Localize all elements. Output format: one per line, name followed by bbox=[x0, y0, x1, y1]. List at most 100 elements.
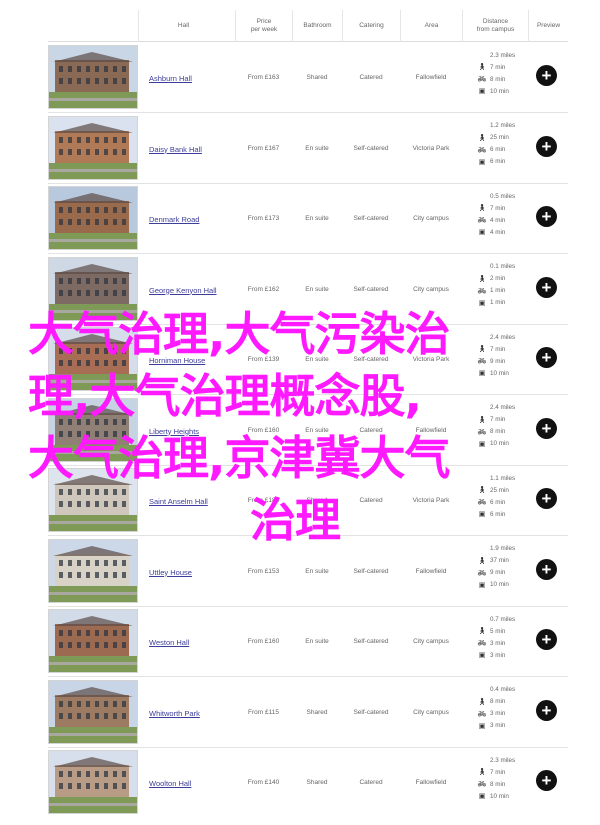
walk-icon: 🚶︎ bbox=[477, 698, 487, 706]
area-cell: City campus bbox=[413, 708, 449, 716]
hall-link[interactable]: George Kenyon Hall bbox=[149, 286, 217, 295]
walk-icon: 🚶︎ bbox=[477, 134, 487, 142]
building-image bbox=[49, 46, 137, 108]
bus-value: 3 min bbox=[490, 651, 506, 659]
hall-photo[interactable] bbox=[48, 256, 138, 321]
catering-cell: Self-catered bbox=[353, 708, 389, 716]
bus-icon: ▣ bbox=[478, 440, 486, 448]
price-cell: From £167 bbox=[247, 144, 280, 152]
walk-time: 🚶︎ 8 min bbox=[477, 696, 537, 708]
row-divider bbox=[48, 535, 568, 536]
bathroom-cell: Shared bbox=[306, 74, 328, 81]
bathroom-cell: En suite bbox=[305, 567, 329, 575]
walk-icon: 🚶︎ bbox=[477, 487, 487, 494]
bus-icon: ▣ bbox=[478, 158, 486, 166]
bike-icon: 🚲︎ bbox=[477, 287, 487, 295]
area-cell: Victoria Park bbox=[412, 144, 450, 152]
catering-cell: Catered bbox=[359, 426, 383, 434]
preview-button[interactable]: + bbox=[536, 135, 557, 157]
plus-icon: + bbox=[541, 700, 552, 720]
hall-link[interactable]: Weston Hall bbox=[149, 638, 189, 647]
hall-link[interactable]: Liberty Heights bbox=[149, 427, 199, 436]
walk-icon: 🚶︎ bbox=[477, 628, 487, 635]
building-image bbox=[49, 469, 137, 531]
table-row: Ashburn Hall From £163 Shared Catered Fa… bbox=[48, 45, 568, 109]
bike-time: 🚲︎ 6 min bbox=[477, 496, 537, 508]
preview-button[interactable]: + bbox=[536, 417, 557, 439]
row-divider bbox=[48, 676, 568, 677]
hall-link[interactable]: Whitworth Park bbox=[149, 709, 200, 718]
hall-link[interactable]: Ashburn Hall bbox=[149, 74, 192, 83]
bike-icon: 🚲︎ bbox=[477, 146, 487, 154]
bus-time: ▣ 10 min bbox=[477, 85, 537, 97]
hall-link[interactable]: Saint Anselm Hall bbox=[149, 497, 208, 506]
distance-miles: 1.1 miles bbox=[490, 474, 516, 482]
bus-value: 10 min bbox=[490, 369, 509, 377]
hall-link[interactable]: Woolton Hall bbox=[149, 779, 191, 788]
hall-link[interactable]: Denmark Road bbox=[149, 215, 199, 224]
hall-photo[interactable] bbox=[48, 750, 138, 814]
preview-button[interactable]: + bbox=[536, 276, 557, 298]
walk-value: 7 min bbox=[490, 416, 506, 423]
bike-icon: 🚲︎ bbox=[477, 569, 487, 577]
bike-value: 4 min bbox=[490, 216, 506, 224]
distance-cell: 2.4 miles 🚶︎ 7 min 🚲︎ 8 min ▣ 10 min bbox=[477, 402, 537, 450]
hall-photo[interactable] bbox=[48, 327, 138, 391]
bathroom-cell: Shared bbox=[306, 779, 328, 786]
catering-cell: Self-catered bbox=[353, 144, 389, 152]
hall-link[interactable]: Horniman House bbox=[149, 356, 205, 365]
row-divider bbox=[48, 394, 568, 395]
distance-cell: 2.4 miles 🚶︎ 7 min 🚲︎ 9 min ▣ 10 min bbox=[477, 331, 537, 379]
bus-icon: ▣ bbox=[478, 88, 486, 95]
bike-icon: 🚲︎ bbox=[477, 428, 487, 436]
preview-button[interactable]: + bbox=[536, 65, 557, 86]
walk-time: 🚶︎ 25 min bbox=[477, 132, 537, 144]
bus-value: 4 min bbox=[490, 228, 506, 236]
row-divider bbox=[48, 464, 568, 466]
bathroom-cell: Shared bbox=[306, 497, 328, 504]
building-image bbox=[49, 328, 137, 390]
distance-miles: 1.9 miles bbox=[490, 545, 516, 552]
preview-button[interactable]: + bbox=[536, 206, 557, 227]
bus-icon: ▣ bbox=[478, 581, 486, 589]
area-cell: Fallowfield bbox=[415, 74, 447, 81]
preview-button[interactable]: + bbox=[536, 699, 557, 721]
preview-button[interactable]: + bbox=[536, 629, 557, 650]
hall-photo[interactable] bbox=[48, 538, 138, 603]
hall-photo[interactable] bbox=[48, 186, 138, 250]
hall-photo[interactable] bbox=[48, 397, 138, 462]
table-row: Liberty Heights From £160 En suite Cater… bbox=[48, 397, 568, 462]
distance-miles: 2.4 miles bbox=[490, 404, 516, 411]
preview-button[interactable]: + bbox=[536, 558, 557, 580]
header-photo bbox=[48, 10, 138, 42]
bike-time: 🚲︎ 4 min bbox=[477, 214, 537, 226]
catering-cell: Self-catered bbox=[353, 356, 389, 363]
preview-button[interactable]: + bbox=[536, 770, 557, 791]
hall-link[interactable]: Uttley House bbox=[149, 568, 192, 577]
bus-time: ▣ 10 min bbox=[477, 438, 537, 450]
hall-photo[interactable] bbox=[48, 609, 138, 673]
bike-value: 6 min bbox=[490, 146, 506, 153]
bike-value: 3 min bbox=[490, 639, 506, 647]
walk-time: 🚶︎ 2 min bbox=[477, 273, 537, 285]
hall-photo[interactable] bbox=[48, 679, 138, 744]
hall-photo[interactable] bbox=[48, 45, 138, 109]
preview-button[interactable]: + bbox=[536, 488, 557, 509]
hall-link[interactable]: Daisy Bank Hall bbox=[149, 145, 202, 154]
hall-photo[interactable] bbox=[48, 115, 138, 180]
walk-icon: 🚶︎ bbox=[477, 64, 487, 71]
distance-cell: 0.5 miles 🚶︎ 7 min 🚲︎ 4 min ▣ 4 min bbox=[477, 190, 537, 238]
walk-value: 7 min bbox=[490, 204, 506, 212]
price-cell: From £140 bbox=[247, 779, 280, 786]
bike-value: 9 min bbox=[490, 569, 506, 576]
bus-value: 10 min bbox=[490, 87, 509, 95]
building-image bbox=[49, 116, 137, 179]
hall-photo[interactable] bbox=[48, 468, 138, 532]
bus-time: ▣ 3 min bbox=[477, 649, 537, 661]
preview-button[interactable]: + bbox=[536, 347, 557, 368]
plus-icon: + bbox=[541, 277, 552, 297]
distance-miles: 2.3 miles bbox=[490, 756, 516, 764]
header-distance: Distance from campus bbox=[462, 10, 528, 42]
accommodation-table: Hall Price per week Bathroom Catering Ar… bbox=[0, 0, 600, 825]
plus-icon: + bbox=[541, 771, 552, 790]
